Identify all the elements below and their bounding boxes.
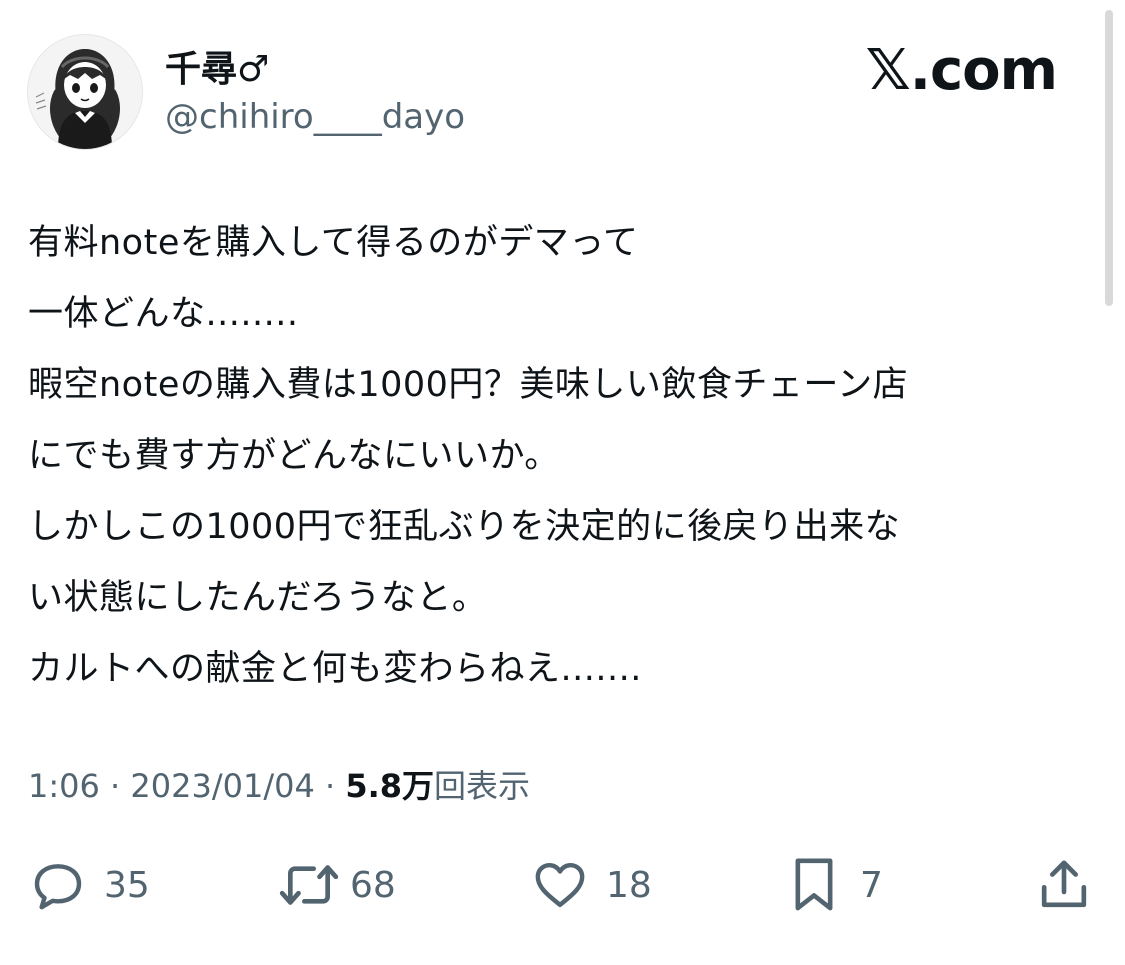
like-count: 18	[606, 864, 652, 906]
tweet-text: 有料noteを購入して得るのがデマって 一体どんな........ 暇空note…	[28, 208, 1093, 705]
share-icon	[1041, 860, 1087, 908]
tweet-line: カルトへの献金と何も変わらねえ.......	[28, 649, 642, 689]
author-display-name[interactable]: 千尋♂	[165, 46, 269, 94]
repost-count: 68	[350, 864, 396, 906]
meta-separator: ·	[99, 767, 131, 805]
tweet-meta: 1:06 · 2023/01/04 · 5.8万回表示	[28, 762, 530, 810]
like-button[interactable]: 18	[532, 850, 652, 920]
tweet-line: い状態にしたんだろうなと。	[28, 578, 488, 618]
author-handle[interactable]: @chihiro____dayo	[165, 95, 465, 139]
x-logo: 𝕏.com	[865, 38, 1058, 103]
repost-button[interactable]: 68	[278, 850, 396, 920]
avatar-illustration-icon	[28, 35, 142, 149]
tweet-time[interactable]: 1:06	[28, 767, 100, 805]
tweet-line: しかしこの1000円で狂乱ぶりを決定的に後戻り出来な	[28, 507, 901, 547]
bookmark-icon	[795, 858, 833, 911]
avatar[interactable]	[27, 34, 143, 150]
action-bar: 35 68 18 7	[0, 850, 1125, 920]
tweet-line: 有料noteを購入して得るのがデマって	[28, 223, 639, 263]
share-button[interactable]	[1036, 850, 1092, 920]
heart-icon	[535, 862, 585, 908]
tweet-line: 一体どんな........	[28, 294, 299, 334]
bookmark-count: 7	[860, 864, 883, 906]
tweet-line: 暇空noteの購入費は1000円？美味しい飲食チェーン店	[28, 365, 909, 405]
reply-button[interactable]: 35	[30, 850, 150, 920]
reply-icon	[34, 864, 82, 910]
bookmark-button[interactable]: 7	[786, 850, 883, 920]
meta-separator: ·	[314, 767, 346, 805]
tweet-line: にでも費す方がどんなにいいか。	[28, 436, 560, 476]
tweet-date[interactable]: 2023/01/04	[130, 767, 314, 805]
scrollbar[interactable]	[1105, 10, 1113, 306]
views-label: 回表示	[434, 767, 531, 805]
repost-icon	[279, 865, 339, 905]
reply-count: 35	[104, 864, 150, 906]
views-count[interactable]: 5.8万	[345, 767, 434, 805]
